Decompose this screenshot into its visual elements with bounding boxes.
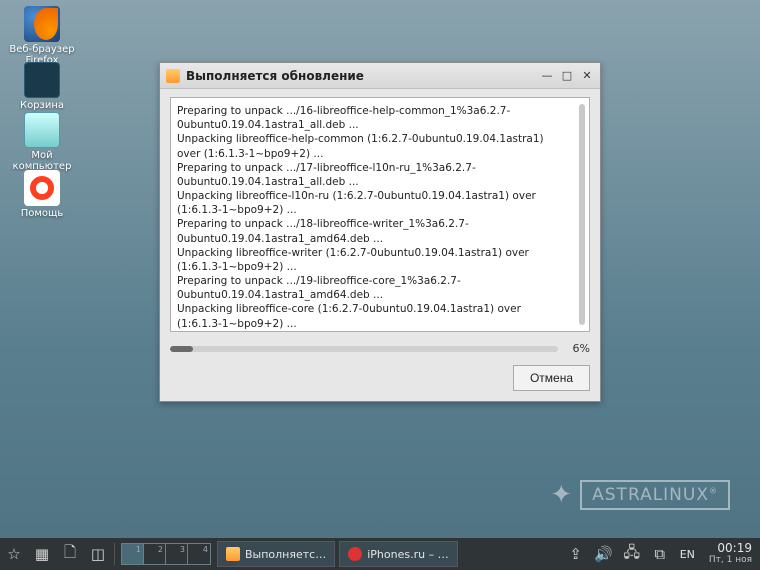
desktop-icon-firefox[interactable]: Веб-браузерFirefox: [8, 6, 76, 66]
progress-fill: [170, 346, 193, 352]
clock[interactable]: 00:19 Пт, 1 ноя: [701, 542, 760, 565]
workspace-1[interactable]: 1: [122, 544, 144, 564]
icon-label: Корзина: [8, 100, 76, 111]
taskbar: ☆ ▦ 🗋 ◫ 1 2 3 4 Выполняетс… iPhones.ru –…: [0, 538, 760, 570]
firefox-icon: [24, 6, 60, 42]
update-dialog: Выполняется обновление — □ ✕ Preparing t…: [159, 62, 601, 402]
close-button[interactable]: ✕: [580, 69, 594, 83]
star-icon: ✦: [550, 480, 572, 510]
desktop-icon-computer[interactable]: Мойкомпьютер: [8, 112, 76, 172]
minimize-button[interactable]: —: [540, 69, 554, 83]
scrollbar[interactable]: [579, 104, 585, 325]
window-title: Выполняется обновление: [186, 69, 540, 83]
workspace-3[interactable]: 3: [166, 544, 188, 564]
maximize-button[interactable]: □: [560, 69, 574, 83]
window-app-icon: [166, 69, 180, 83]
network-icon[interactable]: 🖧: [618, 538, 646, 570]
cancel-button[interactable]: Отмена: [513, 365, 590, 391]
tray-extra-icon[interactable]: ⧉: [646, 538, 674, 570]
show-desktop-icon[interactable]: ◫: [84, 538, 112, 570]
titlebar[interactable]: Выполняется обновление — □ ✕: [160, 63, 600, 89]
log-output: Preparing to unpack .../16-libreoffice-h…: [170, 97, 590, 332]
icon-label: Помощь: [8, 208, 76, 219]
astralinux-watermark: ✦ ASTRALINUX®: [550, 480, 730, 510]
workspaces-icon[interactable]: ▦: [28, 538, 56, 570]
task-label: Выполняетс…: [245, 548, 326, 561]
icon-label: Мойкомпьютер: [8, 150, 76, 172]
task-app-icon: [226, 547, 240, 561]
desktop-icon-trash[interactable]: Корзина: [8, 62, 76, 111]
log-text: Preparing to unpack .../16-libreoffice-h…: [177, 105, 547, 332]
computer-icon: [24, 112, 60, 148]
logo-text: ASTRALINUX: [592, 485, 709, 505]
workspace-pager[interactable]: 1 2 3 4: [121, 543, 211, 565]
logo-reg: ®: [709, 486, 718, 495]
clock-time: 00:19: [709, 542, 752, 555]
task-app-icon: [348, 547, 362, 561]
keyboard-layout[interactable]: EN: [674, 548, 701, 561]
progress-bar: [170, 346, 558, 352]
start-menu-icon[interactable]: ☆: [0, 538, 28, 570]
system-tray: ⇪ 🔊 🖧 ⧉ EN 00:19 Пт, 1 ноя: [562, 538, 760, 570]
taskbar-item-browser[interactable]: iPhones.ru – …: [339, 541, 457, 567]
progress-percent: 6%: [564, 342, 590, 355]
help-icon: [24, 170, 60, 206]
usb-icon[interactable]: ⇪: [562, 538, 590, 570]
taskbar-item-update[interactable]: Выполняетс…: [217, 541, 335, 567]
trash-icon: [24, 62, 60, 98]
workspace-2[interactable]: 2: [144, 544, 166, 564]
workspace-4[interactable]: 4: [188, 544, 210, 564]
files-icon[interactable]: 🗋: [56, 538, 84, 570]
divider: [114, 543, 115, 565]
task-label: iPhones.ru – …: [367, 548, 448, 561]
clock-date: Пт, 1 ноя: [709, 556, 752, 566]
desktop-icon-help[interactable]: Помощь: [8, 170, 76, 219]
volume-icon[interactable]: 🔊: [590, 538, 618, 570]
